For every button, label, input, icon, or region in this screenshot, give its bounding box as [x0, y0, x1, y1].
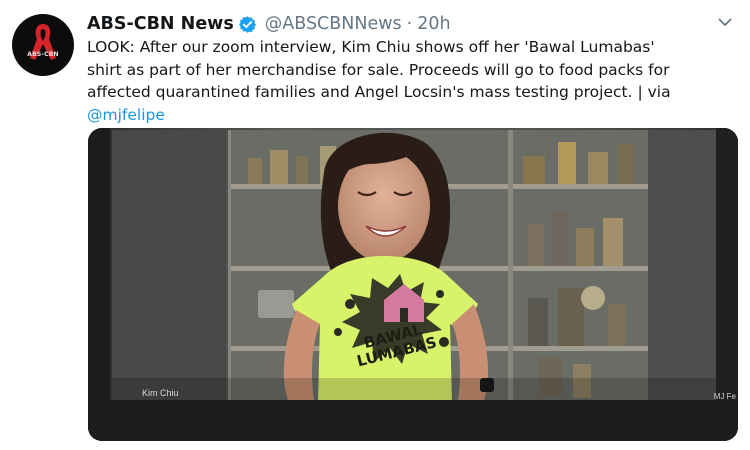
tweet-media-photo[interactable]: BAWAL LUMABAS Kim Chiu MJ Fe	[88, 128, 738, 441]
handle[interactable]: @ABSCBNNews	[265, 14, 402, 34]
verified-badge-icon	[238, 15, 256, 33]
timestamp[interactable]: 20h	[417, 14, 450, 34]
tweet-header: ABS-CBN News @ABSCBNNews · 20h	[87, 12, 451, 36]
separator-dot: ·	[406, 14, 413, 34]
tweet-text-line: shirt as part of her merchandise for sal…	[87, 60, 670, 79]
video-caption-name: MJ Fe	[713, 392, 736, 401]
video-caption-name: Kim Chiu	[142, 388, 179, 398]
display-name[interactable]: ABS-CBN News	[87, 14, 234, 34]
avatar-logo-text: ABS-CBN	[27, 51, 59, 58]
chevron-down-icon[interactable]	[718, 18, 732, 27]
tweet-text: LOOK: After our zoom interview, Kim Chiu…	[87, 36, 727, 126]
photo-scene	[88, 128, 738, 441]
tweet-text-line: LOOK: After our zoom interview, Kim Chiu…	[87, 38, 655, 56]
avatar[interactable]: ABS-CBN	[12, 14, 74, 76]
mention-link[interactable]: @mjfelipe	[87, 104, 727, 127]
ribbon-logo-icon	[30, 24, 56, 60]
tweet-text-line: affected quarantined families and Angel …	[87, 83, 671, 101]
